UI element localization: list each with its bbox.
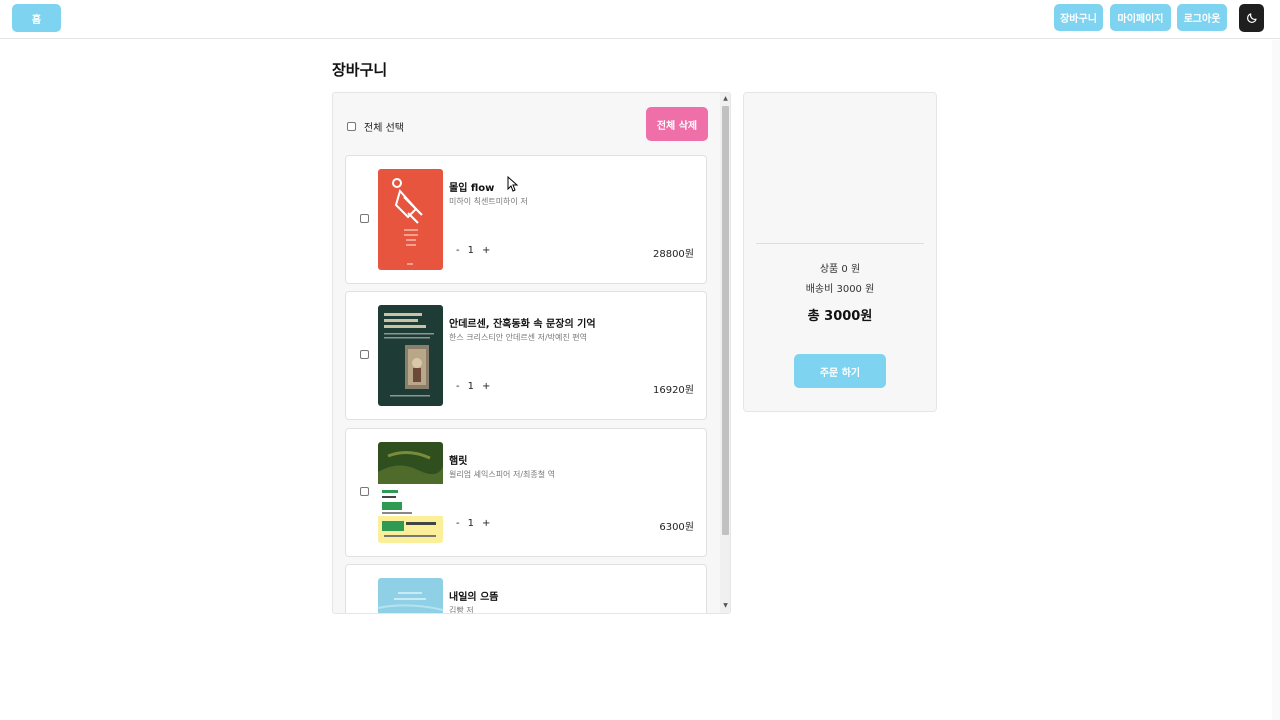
top-navigation-bar: 홈 장바구니 마이페이지 로그아웃	[0, 0, 1280, 39]
qty-decrease-button[interactable]: -	[456, 381, 460, 392]
quantity-stepper: - 1 +	[456, 518, 490, 529]
page-title: 장바구니	[332, 61, 388, 79]
item-checkbox[interactable]	[360, 214, 369, 223]
cart-item: 안데르센, 잔혹동화 속 문장의 기억 한스 크리스티안 안데르센 저/박예진 …	[345, 291, 707, 420]
book-cover	[378, 169, 443, 270]
item-title[interactable]: 안데르센, 잔혹동화 속 문장의 기억	[449, 315, 596, 330]
item-price: 16920원	[652, 385, 694, 396]
order-button[interactable]: 주문 하기	[794, 354, 886, 388]
grand-total: 총 3000원	[807, 309, 873, 324]
scroll-up-arrow-icon[interactable]: ▲	[722, 96, 729, 102]
item-author: 미하이 칙센트미하이 저	[449, 197, 528, 206]
quantity-stepper: - 1 +	[456, 381, 490, 392]
scrollbar-thumb[interactable]	[722, 106, 729, 535]
cart-item: 햄릿 윌리엄 셰익스피어 저/최종철 역 - 1 + 6300원	[345, 428, 707, 557]
item-price: 6300원	[659, 522, 694, 533]
summary-divider	[756, 243, 924, 244]
cart-item: 내일의 으뜸 김빵 저	[345, 564, 707, 614]
item-author: 한스 크리스티안 안데르센 저/박예진 편역	[449, 333, 587, 342]
order-summary-panel: 상품 0 원 배송비 3000 원 총 3000원 주문 하기	[743, 92, 937, 412]
item-title[interactable]: 내일의 으뜸	[449, 588, 498, 603]
page-scrollbar[interactable]	[1272, 40, 1280, 720]
qty-value: 1	[467, 245, 474, 256]
book-cover	[378, 442, 443, 543]
book-cover	[378, 578, 443, 613]
select-all-control[interactable]: 전체 선택	[347, 119, 404, 134]
qty-decrease-button[interactable]: -	[456, 518, 460, 529]
product-total: 상품 0 원	[819, 264, 861, 275]
item-author: 윌리엄 셰익스피어 저/최종철 역	[449, 470, 556, 479]
item-checkbox[interactable]	[360, 350, 369, 359]
qty-increase-button[interactable]: +	[482, 518, 490, 529]
book-cover	[378, 305, 443, 406]
item-title[interactable]: 몰입 flow	[449, 179, 494, 194]
shipping-fee: 배송비 3000 원	[805, 284, 875, 295]
delete-all-button[interactable]: 전체 삭제	[646, 107, 708, 141]
qty-value: 1	[467, 381, 474, 392]
qty-increase-button[interactable]: +	[482, 245, 490, 256]
item-title[interactable]: 햄릿	[449, 452, 467, 467]
item-author: 김빵 저	[449, 606, 474, 614]
scroll-down-arrow-icon[interactable]: ▼	[722, 603, 729, 609]
logout-button[interactable]: 로그아웃	[1177, 4, 1227, 31]
select-all-checkbox[interactable]	[347, 122, 356, 131]
qty-increase-button[interactable]: +	[482, 381, 490, 392]
qty-value: 1	[467, 518, 474, 529]
theme-toggle-button[interactable]	[1239, 4, 1264, 32]
home-button[interactable]: 홈	[12, 4, 61, 32]
cart-nav-button[interactable]: 장바구니	[1054, 4, 1103, 31]
item-price: 28800원	[652, 249, 694, 260]
qty-decrease-button[interactable]: -	[456, 245, 460, 256]
item-checkbox[interactable]	[360, 487, 369, 496]
select-all-label: 전체 선택	[364, 123, 404, 134]
mouse-cursor-icon	[507, 176, 519, 192]
cart-item: 몰입 flow 미하이 칙센트미하이 저 - 1 + 28800원	[345, 155, 707, 284]
mypage-button[interactable]: 마이페이지	[1110, 4, 1171, 31]
cart-list-panel[interactable]: 전체 선택 전체 삭제 몰입 flow 미하이 칙센트미하이 저 - 1 + 2…	[332, 92, 731, 614]
quantity-stepper: - 1 +	[456, 245, 490, 256]
moon-icon	[1246, 13, 1257, 23]
